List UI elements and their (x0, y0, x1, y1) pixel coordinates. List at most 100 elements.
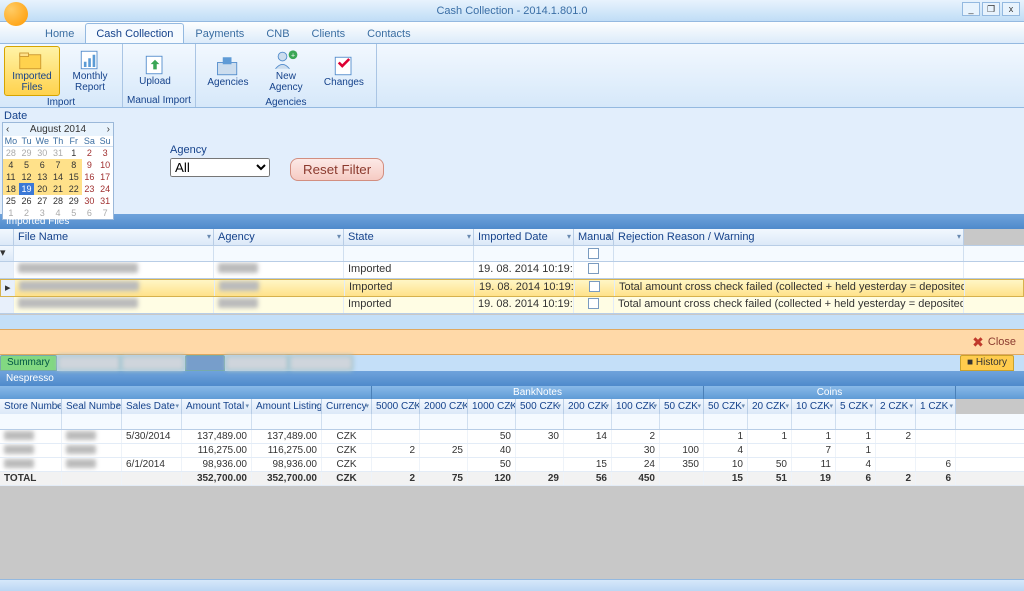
close-button[interactable]: x (1002, 2, 1020, 16)
calendar-day[interactable]: 6 (34, 159, 50, 171)
table-row[interactable]: xx5/30/2014137,489.00137,489.00CZK503014… (0, 430, 1024, 444)
minimize-button[interactable]: _ (962, 2, 980, 16)
calendar-day[interactable]: 28 (50, 195, 66, 207)
filter-cell[interactable] (122, 414, 182, 429)
new-agency-button[interactable]: +New Agency (258, 46, 314, 96)
calendar-day[interactable]: 21 (50, 183, 66, 195)
column-header[interactable]: 50 CZK▾ (660, 399, 704, 414)
filter-cell[interactable] (574, 246, 614, 261)
calendar-day[interactable]: 31 (97, 195, 113, 207)
column-header[interactable]: Agency▾ (214, 229, 344, 245)
calendar[interactable]: ‹ August 2014 › MoTuWeThFrSaSu2829303112… (2, 122, 114, 220)
calendar-day[interactable]: 30 (34, 147, 50, 159)
close-label[interactable]: Close (988, 336, 1016, 348)
imported-files-button[interactable]: Imported Files (4, 46, 60, 96)
agencies-button[interactable]: Agencies (200, 46, 256, 96)
filter-cell[interactable] (612, 414, 660, 429)
filter-cell[interactable] (14, 246, 214, 261)
table-row[interactable]: xx6/1/201498,936.0098,936.00CZK501524350… (0, 458, 1024, 472)
menu-tab-cash-collection[interactable]: Cash Collection (85, 23, 184, 43)
tab-history[interactable]: ■ History (960, 355, 1014, 371)
filter-cell[interactable] (876, 414, 916, 429)
calendar-day[interactable]: 24 (97, 183, 113, 195)
column-header[interactable]: Seal Number▾ (62, 399, 122, 414)
calendar-day[interactable]: 28 (3, 147, 19, 159)
menu-tab-contacts[interactable]: Contacts (356, 23, 421, 43)
agency-select[interactable]: All (170, 158, 270, 177)
calendar-day[interactable]: 16 (82, 171, 98, 183)
calendar-day[interactable]: 19 (19, 183, 35, 195)
filter-cell[interactable] (748, 414, 792, 429)
calendar-day[interactable]: 15 (66, 171, 82, 183)
column-header[interactable]: 200 CZK▾ (564, 399, 612, 414)
filter-cell[interactable] (0, 414, 62, 429)
calendar-day[interactable]: 14 (50, 171, 66, 183)
filter-cell[interactable] (344, 246, 474, 261)
table-row[interactable]: ▸xxImported19. 08. 2014 10:19:34Total am… (0, 279, 1024, 297)
column-header[interactable]: Currency▾ (322, 399, 372, 414)
column-header[interactable]: 2 CZK▾ (876, 399, 916, 414)
calendar-day[interactable]: 13 (34, 171, 50, 183)
filter-cell[interactable] (516, 414, 564, 429)
filter-cell[interactable] (182, 414, 252, 429)
column-header[interactable]: Amount Listing▾ (252, 399, 322, 414)
column-header[interactable]: Store Number▾ (0, 399, 62, 414)
calendar-day[interactable]: 5 (19, 159, 35, 171)
total-row[interactable]: TOTAL352,700.00352,700.00CZK275120295645… (0, 472, 1024, 486)
filter-cell[interactable] (420, 414, 468, 429)
calendar-day[interactable]: 1 (66, 147, 82, 159)
table-row[interactable]: xx116,275.00116,275.00CZK2254030100471 (0, 444, 1024, 458)
calendar-day[interactable]: 29 (19, 147, 35, 159)
filter-cell[interactable] (322, 414, 372, 429)
calendar-day[interactable]: 29 (66, 195, 82, 207)
filter-cell[interactable] (792, 414, 836, 429)
calendar-day[interactable]: 31 (50, 147, 66, 159)
column-header[interactable]: File Name▾ (14, 229, 214, 245)
column-header[interactable]: 2000 CZK▾ (420, 399, 468, 414)
column-header[interactable]: Sales Date▾ (122, 399, 182, 414)
filter-cell[interactable] (564, 414, 612, 429)
app-orb-icon[interactable] (4, 2, 28, 26)
calendar-day[interactable]: 6 (82, 207, 98, 219)
column-header[interactable]: 20 CZK▾ (748, 399, 792, 414)
tab-blurred-2[interactable] (121, 355, 185, 371)
upload-button[interactable]: Upload (127, 46, 183, 94)
calendar-day[interactable]: 11 (3, 171, 19, 183)
column-header[interactable]: 1000 CZK▾ (468, 399, 516, 414)
splitter[interactable] (0, 315, 1024, 329)
calendar-day[interactable]: 25 (3, 195, 19, 207)
calendar-day[interactable]: 3 (97, 147, 113, 159)
filter-cell[interactable] (62, 414, 122, 429)
column-header[interactable]: 5000 CZK▾ (372, 399, 420, 414)
calendar-day[interactable]: 9 (82, 159, 98, 171)
table-row[interactable]: xxImported19. 08. 2014 10:19:30 (0, 262, 1024, 279)
calendar-day[interactable]: 10 (97, 159, 113, 171)
calendar-day[interactable]: 20 (34, 183, 50, 195)
tab-blurred-1[interactable] (57, 355, 121, 371)
menu-tab-clients[interactable]: Clients (301, 23, 357, 43)
calendar-day[interactable]: 7 (50, 159, 66, 171)
column-header[interactable]: Amount Total▾ (182, 399, 252, 414)
monthly-report-button[interactable]: Monthly Report (62, 46, 118, 96)
calendar-day[interactable]: 17 (97, 171, 113, 183)
detail-grid[interactable]: BankNotesCoins Store Number▾Seal Number▾… (0, 386, 1024, 591)
changes-button[interactable]: Changes (316, 46, 372, 96)
calendar-day[interactable]: 27 (34, 195, 50, 207)
menu-tab-payments[interactable]: Payments (184, 23, 255, 43)
tab-active-detail[interactable] (185, 355, 225, 371)
calendar-day[interactable]: 7 (97, 207, 113, 219)
menu-tab-cnb[interactable]: CNB (255, 23, 300, 43)
cal-prev-icon[interactable]: ‹ (6, 124, 9, 135)
calendar-day[interactable]: 18 (3, 183, 19, 195)
tab-blurred-4[interactable] (289, 355, 353, 371)
menu-tab-home[interactable]: Home (34, 23, 85, 43)
tab-summary[interactable]: Summary (0, 355, 57, 371)
table-row[interactable]: xxImported19. 08. 2014 10:19:34Total amo… (0, 297, 1024, 314)
tab-blurred-3[interactable] (225, 355, 289, 371)
calendar-day[interactable]: 23 (82, 183, 98, 195)
maximize-button[interactable]: ❐ (982, 2, 1000, 16)
filter-cell[interactable] (474, 246, 574, 261)
calendar-day[interactable]: 30 (82, 195, 98, 207)
filter-cell[interactable] (614, 246, 964, 261)
calendar-day[interactable]: 12 (19, 171, 35, 183)
